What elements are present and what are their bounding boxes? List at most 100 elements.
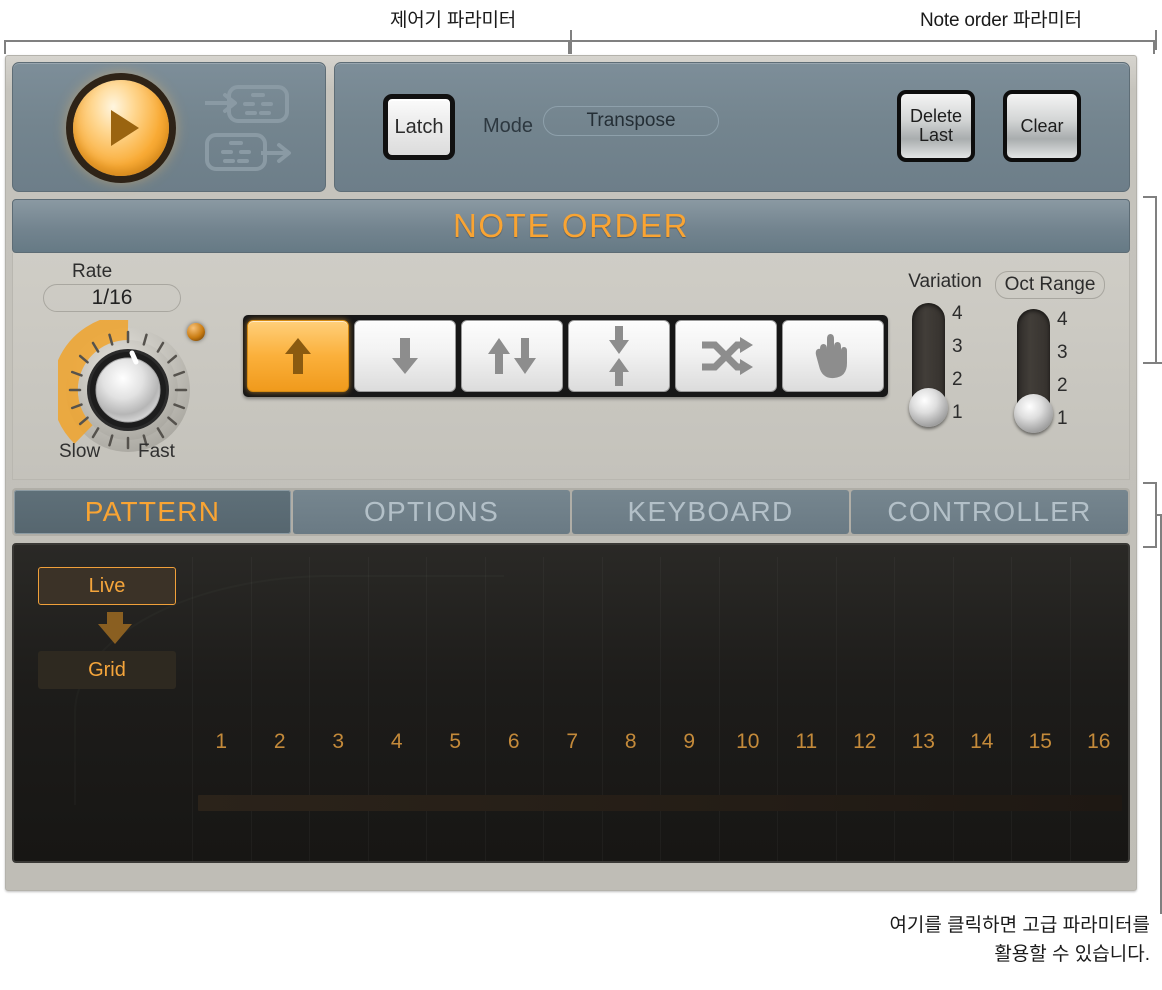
midi-in-icon[interactable] — [203, 83, 293, 125]
variation-tick: 3 — [952, 336, 963, 357]
play-icon — [111, 110, 139, 146]
variation-slider[interactable]: 4 3 2 1 — [906, 303, 984, 427]
grid-line — [953, 557, 954, 861]
tab-keyboard-label: KEYBOARD — [627, 496, 794, 527]
direction-button-up[interactable] — [247, 320, 349, 392]
step-number[interactable]: 12 — [836, 730, 895, 754]
note-order-section-header: NOTE ORDER — [12, 199, 1130, 253]
arrow-inward-icon — [609, 326, 629, 386]
live-button-label: Live — [88, 574, 126, 597]
step-number[interactable]: 14 — [953, 730, 1012, 754]
oct-range-slider-knob[interactable] — [1014, 394, 1053, 433]
direction-button-random[interactable] — [675, 320, 777, 392]
grid-line — [368, 557, 369, 861]
variation-tick: 1 — [952, 402, 963, 423]
live-button[interactable]: Live — [38, 567, 176, 605]
clear-button[interactable]: Clear — [1003, 90, 1081, 162]
delete-last-line1: Delete — [909, 106, 963, 127]
step-number[interactable]: 6 — [485, 730, 544, 754]
step-number[interactable]: 5 — [426, 730, 485, 754]
rate-knob[interactable] — [51, 314, 198, 460]
variation-slider-ticks: 4 3 2 1 — [952, 297, 982, 429]
callout-bracket-control-params — [4, 40, 570, 54]
grid-line — [719, 557, 720, 861]
step-number[interactable]: 1 — [192, 730, 251, 754]
grid-line — [251, 557, 252, 861]
grid-line — [309, 557, 310, 861]
note-order-section-title: NOTE ORDER — [452, 207, 689, 244]
mode-dropdown[interactable]: Transpose — [543, 106, 719, 136]
step-number[interactable]: 10 — [719, 730, 778, 754]
grid-button[interactable]: Grid — [38, 651, 176, 689]
rate-value-field[interactable]: 1/16 — [43, 284, 181, 312]
mode-dropdown-value: Transpose — [586, 110, 676, 131]
step-number[interactable]: 8 — [602, 730, 661, 754]
pattern-panel: Live Grid 1 2 3 4 5 6 7 8 9 10 11 12 13 … — [12, 543, 1130, 863]
grid-line — [660, 557, 661, 861]
tab-options-label: OPTIONS — [363, 496, 500, 527]
callout-label-note-order-params: Note order 파라미터 — [920, 10, 1082, 31]
tab-pattern-label: PATTERN — [84, 496, 221, 527]
grid-line — [777, 557, 778, 861]
step-number[interactable]: 4 — [368, 730, 427, 754]
grid-line — [543, 557, 544, 861]
delete-last-button[interactable]: Delete Last — [897, 90, 975, 162]
latch-button-label: Latch — [394, 115, 444, 138]
oct-range-tick: 3 — [1057, 342, 1068, 363]
rate-label: Rate — [72, 261, 113, 282]
pattern-grid-area[interactable]: 1 2 3 4 5 6 7 8 9 10 11 12 13 14 15 16 — [192, 545, 1128, 861]
note-order-section-body: Rate 1/16 Slow Fast Variation 4 3 2 1 Oc… — [12, 253, 1130, 480]
clear-button-label: Clear — [1020, 115, 1064, 136]
step-number[interactable]: 7 — [543, 730, 602, 754]
top-control-row: Latch Mode Transpose Delete Last Clear — [12, 62, 1130, 192]
delete-last-line2: Last — [918, 125, 954, 145]
step-number[interactable]: 15 — [1011, 730, 1070, 754]
pattern-value-strip[interactable] — [198, 795, 1122, 811]
step-number[interactable]: 3 — [309, 730, 368, 754]
tab-pattern[interactable]: PATTERN — [14, 490, 291, 534]
grid-line — [426, 557, 427, 861]
grid-button-label: Grid — [88, 658, 126, 681]
variation-tick: 4 — [952, 303, 963, 324]
midi-out-icon[interactable] — [203, 131, 293, 173]
variation-slider-knob[interactable] — [909, 388, 948, 427]
oct-range-tick: 4 — [1057, 309, 1068, 330]
grid-line — [602, 557, 603, 861]
direction-button-as-played[interactable] — [782, 320, 884, 392]
callout-leader-note-order — [1155, 30, 1157, 50]
callout-bracket-note-order-section — [1143, 196, 1157, 364]
oct-range-slider[interactable]: 4 3 2 1 — [1011, 309, 1089, 433]
oct-range-slider-ticks: 4 3 2 1 — [1057, 303, 1087, 435]
fast-label: Fast — [138, 441, 175, 462]
latch-button[interactable]: Latch — [383, 94, 455, 160]
bottom-caption: 여기를 클릭하면 고급 파라미터를 활용할 수 있습니다. — [889, 912, 1150, 969]
play-button[interactable] — [73, 80, 169, 176]
callout-bracket-note-order-params — [570, 40, 1155, 54]
oct-range-label[interactable]: Oct Range — [995, 271, 1105, 299]
tab-options[interactable]: OPTIONS — [293, 490, 570, 534]
grid-line — [1070, 557, 1071, 861]
step-number-row: 1 2 3 4 5 6 7 8 9 10 11 12 13 14 15 16 — [192, 730, 1128, 754]
variation-tick: 2 — [952, 369, 963, 390]
flow-arrow-down-icon — [96, 611, 134, 650]
tab-bar: PATTERN OPTIONS KEYBOARD CONTROLLER — [12, 488, 1130, 536]
direction-button-down[interactable] — [354, 320, 456, 392]
tab-controller[interactable]: CONTROLLER — [851, 490, 1128, 534]
direction-button-outside-in[interactable] — [568, 320, 670, 392]
transport-panel — [12, 62, 326, 192]
direction-button-up-down[interactable] — [461, 320, 563, 392]
step-number[interactable]: 2 — [251, 730, 310, 754]
shuffle-icon — [702, 337, 753, 375]
callout-label-control-params: 제어기 파라미터 — [390, 10, 517, 31]
grid-line — [485, 557, 486, 861]
tab-keyboard[interactable]: KEYBOARD — [572, 490, 849, 534]
step-number[interactable]: 11 — [777, 730, 836, 754]
bottom-caption-line1: 여기를 클릭하면 고급 파라미터를 — [889, 915, 1150, 936]
arpeggiator-plugin-screenshot: 제어기 파라미터 Note order 파라미터 Latch Mode Tran… — [0, 0, 1162, 990]
step-number[interactable]: 9 — [660, 730, 719, 754]
step-number[interactable]: 16 — [1070, 730, 1129, 754]
step-number[interactable]: 13 — [894, 730, 953, 754]
note-order-direction-buttons — [243, 315, 888, 397]
arrow-up-down-icon — [488, 338, 536, 374]
arrow-up-icon — [285, 338, 311, 374]
